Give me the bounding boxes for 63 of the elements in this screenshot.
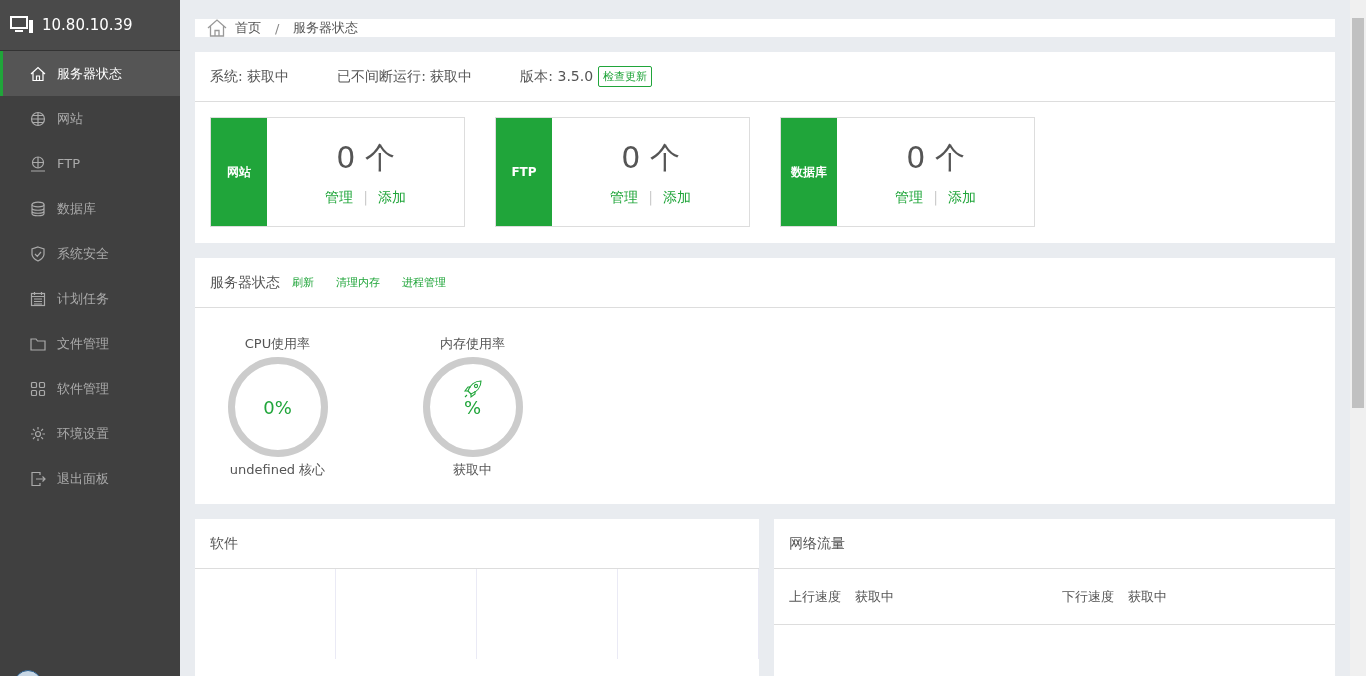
gauge-value: % (463, 396, 482, 418)
stat-count: 0 个 (906, 138, 965, 177)
manage-link[interactable]: 管理 (610, 188, 639, 207)
section-title: 服务器状态 (210, 273, 280, 292)
scrollbar[interactable] (1350, 0, 1366, 676)
link-separator: | (933, 188, 938, 207)
gauge-value: 0% (263, 396, 292, 418)
gauge-caption: 获取中 (453, 461, 492, 479)
stat-label: 数据库 (781, 118, 837, 226)
action-link[interactable]: 刷新 (292, 275, 314, 290)
monitor-icon (10, 16, 34, 34)
sidebar-item[interactable]: FTP (0, 141, 180, 186)
globe-icon (30, 110, 46, 127)
section-title: 网络流量 (789, 534, 845, 553)
uptime-info: 已不间断运行: 获取中 (337, 67, 473, 86)
action-link[interactable]: 进程管理 (402, 275, 446, 290)
action-link[interactable]: 清理内存 (336, 275, 380, 290)
system-info: 系统: 获取中 (210, 67, 290, 86)
link-separator: | (648, 188, 653, 207)
database-icon (30, 200, 46, 217)
breadcrumb-separator: / (275, 20, 280, 36)
sidebar-item[interactable]: 网站 (0, 96, 180, 141)
traffic-value: 获取中 (855, 587, 894, 606)
traffic-value: 获取中 (1128, 587, 1167, 606)
add-link[interactable]: 添加 (377, 188, 406, 207)
folder-icon (30, 335, 46, 352)
rocket-icon[interactable] (462, 379, 483, 399)
grid-icon (30, 380, 46, 397)
home-icon (30, 65, 46, 82)
section-title: 软件 (210, 534, 238, 553)
add-link[interactable]: 添加 (662, 188, 691, 207)
version-info: 版本: 3.5.0 (520, 67, 594, 86)
server-address: 10.80.10.39 (42, 16, 133, 34)
sidebar-item[interactable]: 环境设置 (0, 411, 180, 456)
home-icon (207, 19, 227, 37)
calendar-icon (30, 290, 46, 307)
stat-count: 0 个 (336, 138, 395, 177)
stat-count: 0 个 (621, 138, 680, 177)
stat-label: 网站 (211, 118, 267, 226)
shield-icon (30, 245, 46, 262)
manage-link[interactable]: 管理 (895, 188, 924, 207)
logout-icon (30, 470, 46, 487)
traffic-label: 上行速度 (789, 587, 841, 606)
stat-label: FTP (496, 118, 552, 226)
sidebar-item[interactable]: 数据库 (0, 186, 180, 231)
settings-icon (30, 425, 46, 442)
sidebar-item[interactable]: 计划任务 (0, 276, 180, 321)
sidebar-item[interactable]: 系统安全 (0, 231, 180, 276)
breadcrumb-link[interactable]: 首页 (235, 19, 261, 37)
traffic-label: 下行速度 (1062, 587, 1114, 606)
link-separator: | (363, 188, 368, 207)
sidebar-item[interactable]: 软件管理 (0, 366, 180, 411)
gauge-title: 内存使用率 (440, 335, 505, 353)
sidebar-item[interactable]: 退出面板 (0, 456, 180, 501)
scrollbar-thumb[interactable] (1352, 18, 1364, 408)
check-update-button[interactable]: 检查更新 (598, 66, 653, 87)
sidebar-item[interactable]: 服务器状态 (0, 51, 180, 96)
manage-link[interactable]: 管理 (325, 188, 354, 207)
network-globe-icon (30, 155, 46, 172)
add-link[interactable]: 添加 (947, 188, 976, 207)
gauge-caption: undefined 核心 (229, 461, 326, 479)
sidebar-item[interactable]: 文件管理 (0, 321, 180, 366)
gauge-title: CPU使用率 (244, 335, 311, 353)
